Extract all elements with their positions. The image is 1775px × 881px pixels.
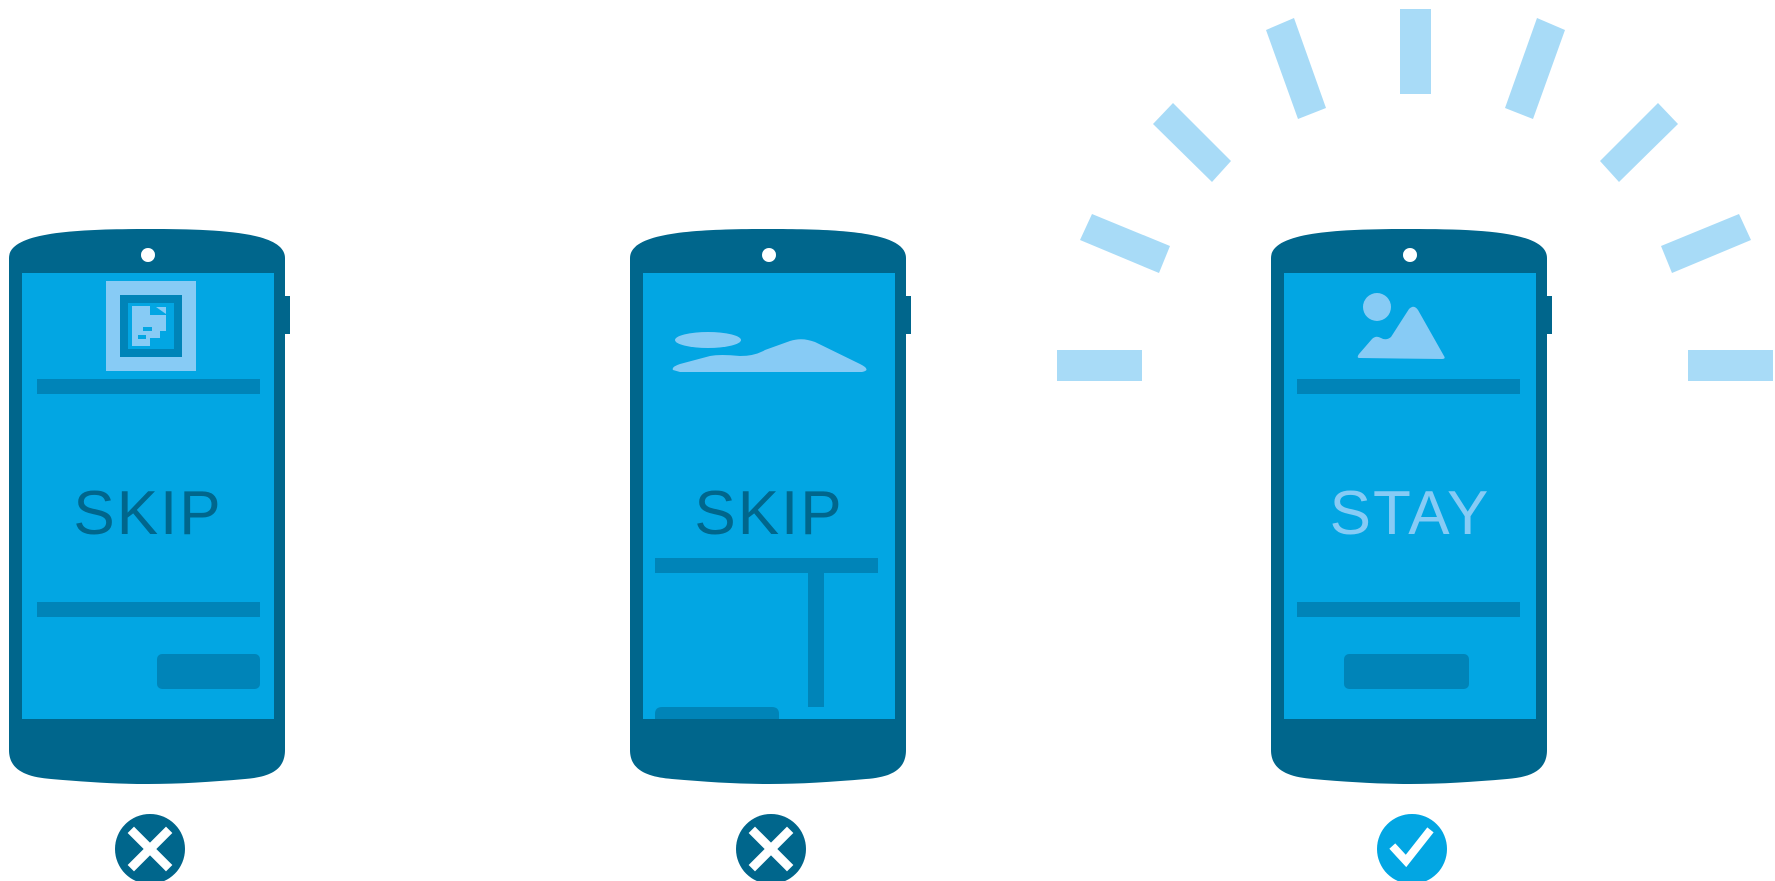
content-bar: [1297, 379, 1520, 394]
screen-label: STAY: [1330, 479, 1491, 548]
result-badge-2: [736, 814, 806, 881]
app-icon: [106, 281, 196, 371]
content-bar: [1297, 602, 1520, 617]
screen-label: SKIP: [73, 479, 222, 548]
light-ray: [1688, 350, 1773, 381]
content-bar: [37, 379, 260, 394]
screen-label: SKIP: [694, 479, 843, 548]
side-button: [1546, 296, 1552, 334]
light-ray: [1661, 214, 1751, 273]
phone-3: STAY: [1271, 229, 1552, 784]
action-button: [157, 654, 260, 689]
side-button: [905, 296, 911, 334]
light-ray: [1600, 103, 1678, 182]
content-bar: [37, 602, 260, 617]
light-ray: [1153, 103, 1231, 182]
camera-dot: [762, 248, 776, 262]
light-ray: [1080, 214, 1170, 273]
light-ray: [1505, 18, 1565, 119]
light-ray: [1266, 18, 1326, 119]
partial-button: [655, 707, 779, 719]
result-badge-3: [1377, 814, 1447, 881]
side-button: [284, 296, 290, 334]
light-ray: [1057, 350, 1142, 381]
vertical-bar: [808, 573, 824, 707]
light-ray: [1400, 9, 1431, 94]
content-bar: [655, 558, 878, 573]
camera-dot: [141, 248, 155, 262]
phone-2: SKIP: [630, 229, 911, 784]
action-button: [1344, 654, 1469, 689]
camera-dot: [1403, 248, 1417, 262]
phone-1: SKIP: [9, 229, 290, 784]
mobile-interstitial-diagram: SKIP SKIP STAY: [9, 9, 1773, 881]
result-badge-1: [115, 814, 185, 881]
